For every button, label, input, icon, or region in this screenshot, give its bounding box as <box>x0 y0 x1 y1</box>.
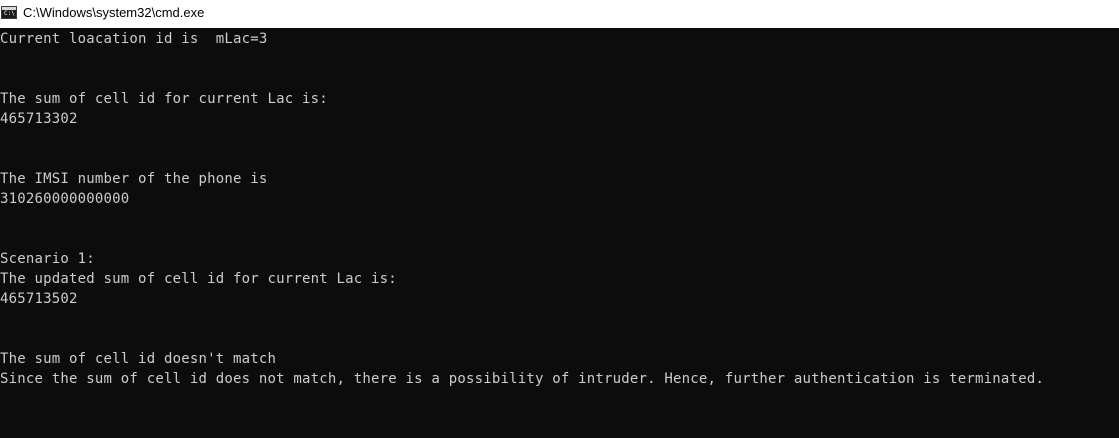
cmd-icon[interactable]: C:\ <box>1 6 17 19</box>
console-line: 465713302 <box>0 111 78 127</box>
console-output[interactable]: Current loacation id is mLac=3 The sum o… <box>0 29 1119 438</box>
window-title: C:\Windows\system32\cmd.exe <box>23 5 205 20</box>
console-line: The sum of cell id doesn't match <box>0 351 277 367</box>
window-titlebar[interactable]: C:\ C:\Windows\system32\cmd.exe <box>0 0 1119 28</box>
console-line: Current loacation id is mLac=3 <box>0 31 268 47</box>
console-line: 310260000000000 <box>0 191 130 207</box>
console-line: The sum of cell id for current Lac is: <box>0 91 328 107</box>
console-line: Since the sum of cell id does not match,… <box>0 371 1045 387</box>
console-line: 465713502 <box>0 291 78 307</box>
console-line: Scenario 1: <box>0 251 95 267</box>
console-line: The IMSI number of the phone is <box>0 171 268 187</box>
console-line: The updated sum of cell id for current L… <box>0 271 397 287</box>
cmd-icon-prompt: C:\ <box>4 10 15 17</box>
